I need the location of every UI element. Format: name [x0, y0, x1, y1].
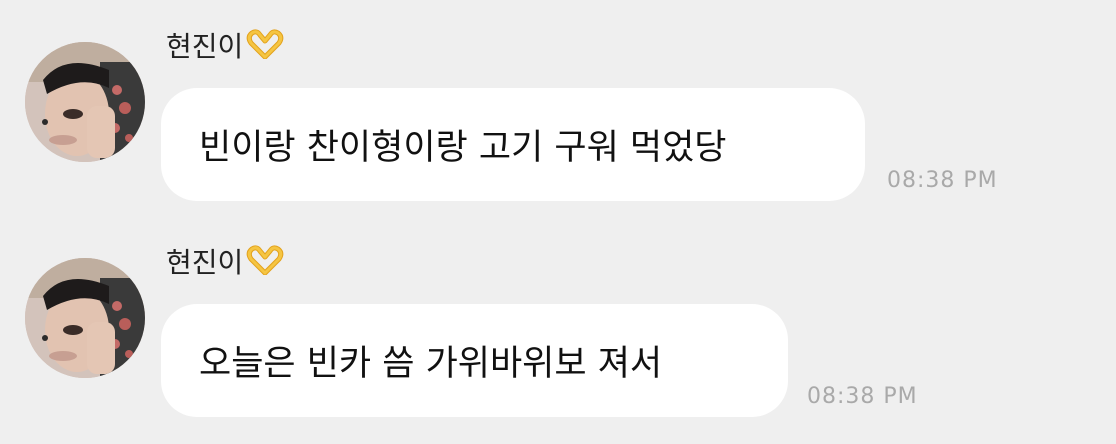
- sender-name: 현진이: [166, 27, 285, 70]
- chat-message: 현진이 빈이랑 찬이형이랑 고기 구워 먹었당 08:38 PM: [0, 0, 1116, 201]
- chat-message: 현진이 오늘은 빈카 씀 가위바위보 져서 08:38 PM: [0, 216, 1116, 417]
- message-timestamp: 08:38 PM: [887, 168, 998, 193]
- message-bubble[interactable]: 오늘은 빈카 씀 가위바위보 져서: [161, 304, 788, 417]
- avatar[interactable]: [25, 258, 145, 378]
- message-text: 빈이랑 찬이형이랑 고기 구워 먹었당: [199, 128, 727, 168]
- sender-name-label: 현진이: [166, 246, 244, 279]
- heart-hands-icon: [245, 245, 285, 286]
- sender-name: 현진이: [166, 243, 285, 286]
- avatar[interactable]: [25, 42, 145, 162]
- message-bubble[interactable]: 빈이랑 찬이형이랑 고기 구워 먹었당: [161, 88, 865, 201]
- message-text: 오늘은 빈카 씀 가위바위보 져서: [199, 344, 663, 384]
- heart-hands-icon: [245, 29, 285, 70]
- sender-name-label: 현진이: [166, 30, 244, 63]
- message-timestamp: 08:38 PM: [807, 384, 918, 409]
